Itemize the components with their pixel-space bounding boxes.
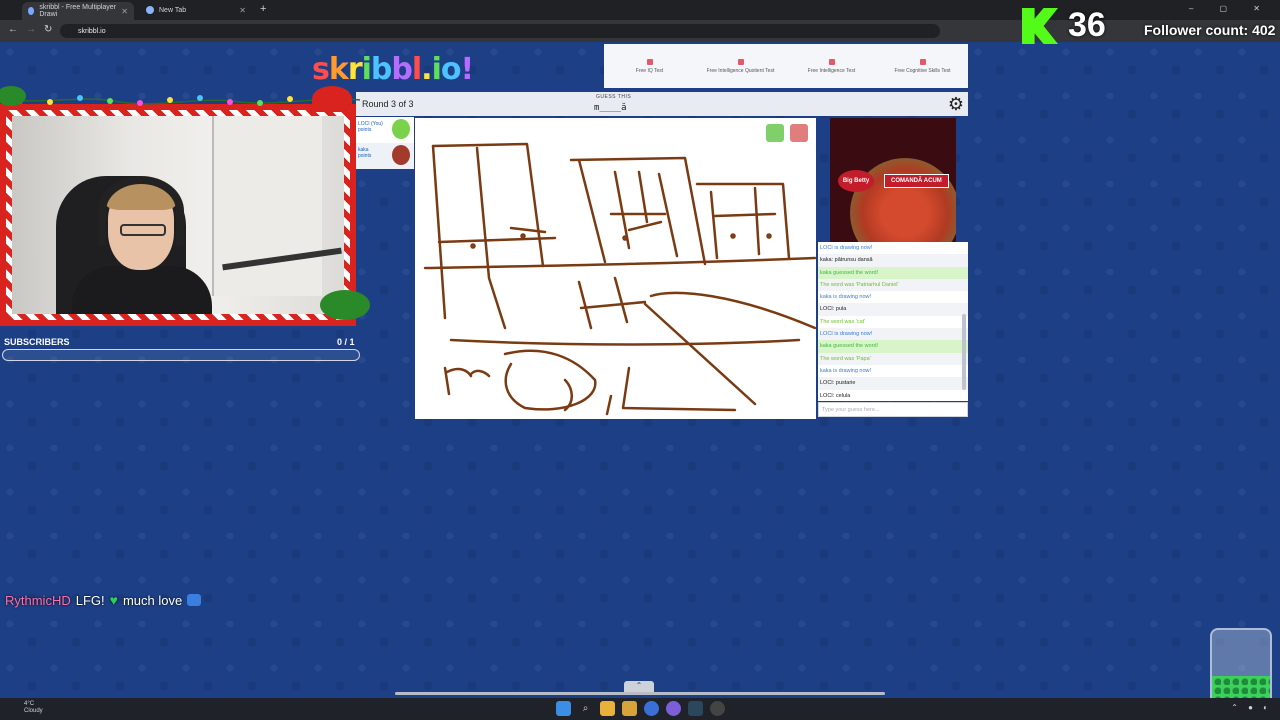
- round-indicator: Round 3 of 3: [362, 99, 414, 109]
- drawing-canvas[interactable]: [415, 118, 817, 419]
- subscribers-label: SUBSCRIBERS: [4, 337, 70, 347]
- ad-item[interactable]: Free IQ Test: [615, 58, 685, 74]
- chat-message: kaka guessed the word!: [818, 266, 968, 279]
- tab-new-tab[interactable]: New Tab ✕: [140, 2, 252, 18]
- ad-icon: [919, 58, 926, 65]
- chat-username: RythmicHD: [5, 592, 71, 608]
- chat-message: The word was 'Papa': [818, 352, 968, 365]
- new-tab-icon[interactable]: +: [260, 3, 266, 15]
- chat-input[interactable]: Type your guess here...: [818, 402, 968, 417]
- ad-item[interactable]: Free Intelligence Quotient Test: [706, 58, 776, 74]
- close-tab-icon[interactable]: ✕: [239, 6, 246, 15]
- weather-desc: Cloudy: [24, 708, 43, 714]
- tab-skribbl[interactable]: skribbl - Free Multiplayer Drawi ✕: [22, 2, 134, 20]
- kick-viewer-count: 36: [1068, 6, 1106, 44]
- ad-icon: [737, 58, 744, 65]
- chat-message: LOCI: pula: [818, 303, 968, 316]
- christmas-lights-decoration: [0, 95, 360, 106]
- chat-message: kaka is drawing now!: [820, 294, 872, 301]
- ad-item[interactable]: Free Intelligence Test: [797, 58, 867, 74]
- chat-text: much love: [122, 592, 183, 608]
- player-item[interactable]: kaka points: [356, 143, 414, 169]
- skribbl-favicon-icon: [28, 7, 35, 15]
- app-icon[interactable]: [710, 701, 725, 716]
- chat-message: LOCI is drawing now!: [818, 328, 968, 341]
- chat-message: LOCI: celula: [820, 392, 851, 399]
- side-ad[interactable]: Big Betty COMANDĂ ACUM: [830, 118, 956, 242]
- webcam-feed: [12, 116, 344, 314]
- pizza-image: [850, 158, 956, 242]
- game-chat: LOCI is drawing now! kaka: pătrunsu dansă…: [818, 242, 968, 401]
- heart-icon: ♥: [109, 592, 118, 608]
- back-icon[interactable]: ←: [8, 24, 18, 35]
- player-avatar: [392, 145, 410, 165]
- vote-buttons: [766, 124, 808, 142]
- weather-temp: 4°C: [24, 701, 35, 707]
- thumbs-down-icon[interactable]: [790, 124, 808, 142]
- globe-icon: [146, 6, 154, 14]
- obs-icon[interactable]: [666, 701, 681, 716]
- chat-message: kaka is drawing now!: [820, 367, 872, 374]
- steam-icon[interactable]: [688, 701, 703, 716]
- horizontal-scrollbar[interactable]: [395, 692, 885, 695]
- ad-brand: Big Betty: [838, 170, 874, 192]
- skribbl-logo: skribbl.io!: [312, 52, 474, 87]
- player-item[interactable]: LOCI (You) points: [356, 117, 414, 143]
- chat-message: The word was 'cat': [820, 318, 866, 325]
- chrome-icon[interactable]: [644, 701, 659, 716]
- stream-chat-message: RythmicHD LFG! ♥ much love: [5, 592, 202, 608]
- webcam-frame: [0, 104, 356, 326]
- holly-decoration: [320, 290, 370, 320]
- chat-text: LFG!: [75, 592, 105, 608]
- chat-scrollbar[interactable]: [962, 314, 966, 390]
- close-tab-icon[interactable]: ✕: [121, 7, 128, 16]
- url-text: skribbl.io: [78, 27, 106, 35]
- windows-start-icon[interactable]: [556, 701, 571, 716]
- ad-cta-button[interactable]: COMANDĂ ACUM: [884, 174, 949, 188]
- emote-icon: [187, 594, 202, 606]
- thumbs-up-icon[interactable]: [766, 124, 784, 142]
- taskbar: 4°C Cloudy ⌕ ⌃ ● ◐: [0, 698, 1280, 720]
- word-hint: m____ă: [594, 103, 627, 113]
- follower-count: Follower count: 402: [1144, 22, 1276, 38]
- chat-message: The word was 'Patriarhul Daniel': [818, 278, 968, 292]
- ad-icon: [646, 58, 653, 65]
- guess-label: GUESS THIS: [596, 94, 632, 100]
- reload-icon[interactable]: ↻: [44, 24, 52, 35]
- chat-message: kaka: pătrunsu dansă: [818, 254, 968, 267]
- ad-item[interactable]: Free Cognitive Skills Test: [888, 58, 958, 74]
- folder-icon[interactable]: [622, 701, 637, 716]
- game-header: Round 3 of 3 GUESS THIS m____ă ⚙: [356, 92, 968, 116]
- subscribers-count: 0 / 1: [337, 337, 355, 347]
- ad-icon: [828, 58, 835, 65]
- weather-widget[interactable]: 4°C Cloudy: [24, 701, 43, 715]
- forward-icon[interactable]: →: [26, 24, 36, 35]
- subscribers-progress-bar: [2, 349, 360, 361]
- top-ad-banner[interactable]: Free IQ Test Free Intelligence Quotient …: [604, 44, 968, 88]
- chat-message: kaka guessed the word!: [818, 340, 968, 353]
- system-tray[interactable]: ⌃ ● ◐: [1231, 703, 1272, 712]
- search-icon[interactable]: ⌕: [578, 701, 593, 716]
- settings-gear-icon[interactable]: ⚙: [946, 94, 966, 114]
- url-field[interactable]: skribbl.io: [60, 24, 940, 38]
- chat-message: LOCI: pustarie: [818, 377, 968, 390]
- santa-hat-decoration: [312, 86, 352, 112]
- tab-label: New Tab: [159, 6, 187, 14]
- drawing-strokes: [423, 142, 817, 416]
- chat-message: LOCI is drawing now!: [820, 245, 873, 251]
- player-avatar: [392, 119, 410, 139]
- player-list: LOCI (You) points kaka points: [356, 117, 414, 169]
- window-controls[interactable]: – ▢ ✕: [1189, 4, 1272, 13]
- file-explorer-icon[interactable]: [600, 701, 615, 716]
- taskbar-apps: ⌕: [556, 701, 725, 716]
- tab-label: skribbl - Free Multiplayer Drawi: [39, 4, 117, 18]
